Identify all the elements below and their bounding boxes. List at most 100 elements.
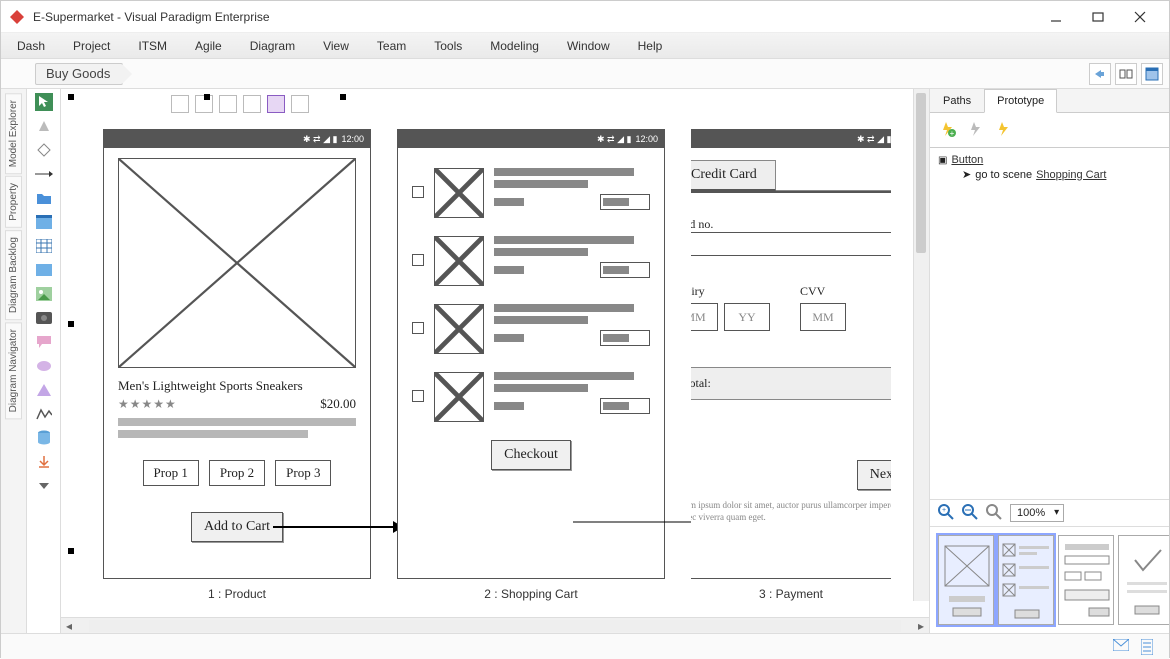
- proto-tool-bolt-green[interactable]: +: [940, 121, 958, 139]
- table-icon[interactable]: [34, 237, 54, 255]
- card-no-input[interactable]: [691, 232, 891, 256]
- wf-label-3: 3 : Payment: [759, 587, 823, 601]
- db-icon[interactable]: [34, 429, 54, 447]
- menu-window[interactable]: Window: [567, 39, 610, 53]
- expiry-mm-input[interactable]: MM: [691, 303, 718, 331]
- prop3-button[interactable]: Prop 3: [275, 460, 331, 486]
- qty-box-4[interactable]: [600, 398, 650, 414]
- maximize-button[interactable]: [1077, 1, 1119, 33]
- menu-modeling[interactable]: Modeling: [490, 39, 539, 53]
- zoom-select[interactable]: 100%: [1010, 504, 1064, 522]
- checkout-button[interactable]: Checkout: [491, 440, 571, 470]
- camera-icon[interactable]: [34, 309, 54, 327]
- prop1-button[interactable]: Prop 1: [143, 460, 199, 486]
- close-button[interactable]: [1119, 1, 1161, 33]
- status-bar-2: ✱ ⇄ ◢ ▮12:00: [398, 130, 664, 148]
- menu-agile[interactable]: Agile: [195, 39, 222, 53]
- minimize-button[interactable]: [1035, 1, 1077, 33]
- phone-frame-1[interactable]: ✱ ⇄ ◢ ▮12:00 Men's Lightweight Sports Sn…: [103, 129, 371, 579]
- checkbox-1[interactable]: [412, 186, 424, 198]
- thumb-3[interactable]: [1058, 535, 1114, 625]
- wf-label-2: 2 : Shopping Cart: [484, 587, 577, 601]
- qty-box-3[interactable]: [600, 330, 650, 346]
- canvas-scroll[interactable]: ✱ ⇄ ◢ ▮12:00 Men's Lightweight Sports Sn…: [61, 89, 929, 617]
- ellipse-icon[interactable]: [34, 357, 54, 375]
- tab-paths[interactable]: Paths: [930, 89, 984, 112]
- rail-diagram-navigator[interactable]: Diagram Navigator: [5, 322, 22, 419]
- proto-tool-bolt-grey[interactable]: [968, 121, 986, 139]
- download-icon[interactable]: [34, 453, 54, 471]
- tree-root-link[interactable]: Button: [951, 154, 983, 166]
- qty-box-2[interactable]: [600, 262, 650, 278]
- tool-panel-icon[interactable]: [1141, 63, 1163, 85]
- connector-arrow-1: [273, 517, 403, 537]
- menu-project[interactable]: Project: [73, 39, 110, 53]
- zoom-out-icon[interactable]: [962, 504, 980, 522]
- credit-card-tab[interactable]: Credit Card: [691, 160, 776, 191]
- proto-tool-bolt-yellow[interactable]: [996, 121, 1014, 139]
- more-down-icon[interactable]: [34, 477, 54, 495]
- tree-action-target-link[interactable]: Shopping Cart: [1036, 169, 1106, 181]
- scroll-right-button[interactable]: ▸: [913, 618, 929, 634]
- menu-diagram[interactable]: Diagram: [250, 39, 295, 53]
- cursor-icon[interactable]: [34, 93, 54, 111]
- thumbnails: [930, 526, 1169, 633]
- thumb-1[interactable]: [938, 535, 994, 625]
- zigzag-icon[interactable]: [34, 405, 54, 423]
- svg-text:+: +: [950, 129, 955, 137]
- mail-icon[interactable]: [1113, 639, 1129, 655]
- wireframes-row: ✱ ⇄ ◢ ▮12:00 Men's Lightweight Sports Sn…: [73, 99, 929, 601]
- menu-dash[interactable]: Dash: [17, 39, 45, 53]
- qty-box-1[interactable]: [600, 194, 650, 210]
- thumb-2[interactable]: [998, 535, 1054, 625]
- tree-action-node[interactable]: ➤ go to scene Shopping Cart: [962, 168, 1161, 181]
- menu-team[interactable]: Team: [377, 39, 406, 53]
- status-bar: [1, 633, 1169, 659]
- tree-root-node[interactable]: ▣ Button: [938, 154, 1161, 166]
- tab-prototype[interactable]: Prototype: [984, 89, 1057, 113]
- menu-view[interactable]: View: [323, 39, 349, 53]
- expiry-yy-input[interactable]: YY: [724, 303, 770, 331]
- cvv-input[interactable]: MM: [800, 303, 846, 331]
- next-button[interactable]: Next: [857, 460, 891, 490]
- horizontal-scrollbar[interactable]: ◂ ▸: [61, 617, 929, 633]
- zoom-100-icon[interactable]: [986, 504, 1004, 522]
- checkbox-4[interactable]: [412, 390, 424, 402]
- cart-text-1: [494, 168, 650, 210]
- total-label: Total:: [691, 376, 711, 390]
- scroll-left-button[interactable]: ◂: [61, 618, 77, 634]
- panel-icon[interactable]: [34, 261, 54, 279]
- checkbox-3[interactable]: [412, 322, 424, 334]
- menu-help[interactable]: Help: [638, 39, 663, 53]
- phone-frame-3[interactable]: ✱ ⇄ ◢ ▮12:00 Credit Card Card no.: [691, 129, 891, 579]
- wireframe-payment[interactable]: ✱ ⇄ ◢ ▮12:00 Credit Card Card no.: [691, 129, 891, 601]
- speech-icon[interactable]: [34, 333, 54, 351]
- diamond-icon[interactable]: [34, 141, 54, 159]
- folder-icon[interactable]: [34, 189, 54, 207]
- cart-thumb-2: [434, 236, 484, 286]
- triangle-up-icon[interactable]: [34, 117, 54, 135]
- status-bar-1: ✱ ⇄ ◢ ▮12:00: [104, 130, 370, 148]
- doc-icon[interactable]: [1141, 639, 1157, 655]
- rail-model-explorer[interactable]: Model Explorer: [5, 93, 22, 174]
- thumb-4[interactable]: [1118, 535, 1169, 625]
- add-to-cart-button[interactable]: Add to Cart: [191, 512, 283, 542]
- tool-announce-icon[interactable]: [1089, 63, 1111, 85]
- tool-layout-icon[interactable]: [1115, 63, 1137, 85]
- triangle-icon[interactable]: [34, 381, 54, 399]
- vertical-scrollbar[interactable]: [913, 89, 929, 601]
- window-icon[interactable]: [34, 213, 54, 231]
- image-icon[interactable]: [34, 285, 54, 303]
- arrow-right-icon[interactable]: [34, 165, 54, 183]
- menu-itsm[interactable]: ITSM: [138, 39, 167, 53]
- canvas-area: ✱ ⇄ ◢ ▮12:00 Men's Lightweight Sports Sn…: [61, 89, 929, 633]
- breadcrumb-chip[interactable]: Buy Goods: [35, 63, 123, 85]
- rail-diagram-backlog[interactable]: Diagram Backlog: [5, 230, 22, 320]
- checkbox-2[interactable]: [412, 254, 424, 266]
- cart-row-1: [412, 168, 650, 218]
- cart-thumb-4: [434, 372, 484, 422]
- prop2-button[interactable]: Prop 2: [209, 460, 265, 486]
- menu-tools[interactable]: Tools: [434, 39, 462, 53]
- rail-property[interactable]: Property: [5, 176, 22, 228]
- zoom-in-icon[interactable]: +: [938, 504, 956, 522]
